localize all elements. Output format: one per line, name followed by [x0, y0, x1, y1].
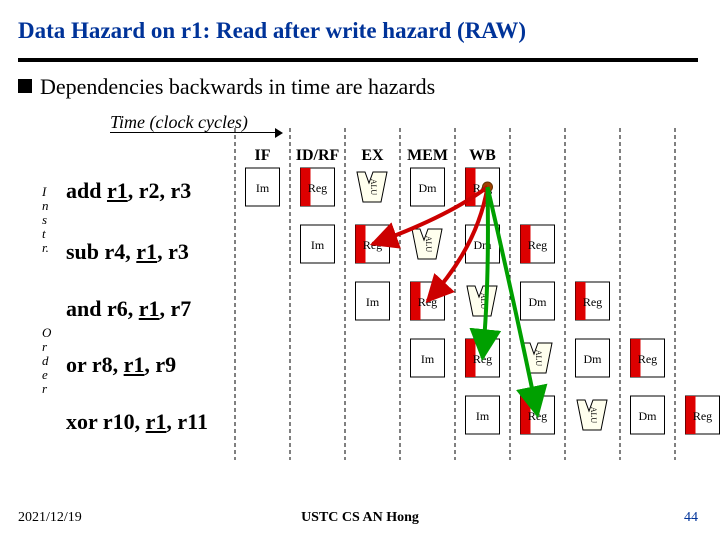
- svg-text:Dm: Dm: [529, 295, 548, 309]
- pipeline-diagram: IF ID/RF EX MEM WB Im Reg ALU Dm Reg Im Reg ALU Dm Re…: [0, 0, 720, 540]
- svg-text:Reg: Reg: [528, 238, 547, 252]
- svg-text:ALU: ALU: [424, 236, 433, 253]
- footer-page: 44: [684, 510, 698, 526]
- svg-text:ID/RF: ID/RF: [296, 147, 340, 164]
- footer-center: USTC CS AN Hong: [0, 510, 720, 526]
- svg-text:Im: Im: [476, 409, 490, 423]
- svg-text:Reg: Reg: [638, 352, 657, 366]
- svg-text:Im: Im: [421, 352, 435, 366]
- svg-text:Reg: Reg: [418, 295, 437, 309]
- svg-text:Reg: Reg: [693, 409, 712, 423]
- svg-text:Dm: Dm: [419, 181, 438, 195]
- svg-text:ALU: ALU: [534, 350, 543, 367]
- svg-text:Reg: Reg: [583, 295, 602, 309]
- svg-text:Reg: Reg: [308, 181, 327, 195]
- svg-text:ALU: ALU: [369, 179, 378, 196]
- svg-text:Im: Im: [311, 238, 325, 252]
- slide: Data Hazard on r1: Read after write haza…: [0, 0, 720, 540]
- svg-text:Dm: Dm: [584, 352, 603, 366]
- svg-text:EX: EX: [361, 147, 384, 164]
- svg-text:ALU: ALU: [589, 407, 598, 424]
- svg-text:WB: WB: [469, 147, 496, 164]
- svg-text:Im: Im: [256, 181, 270, 195]
- svg-text:IF: IF: [255, 147, 271, 164]
- svg-text:MEM: MEM: [407, 147, 448, 164]
- svg-text:Im: Im: [366, 295, 380, 309]
- svg-text:Dm: Dm: [639, 409, 658, 423]
